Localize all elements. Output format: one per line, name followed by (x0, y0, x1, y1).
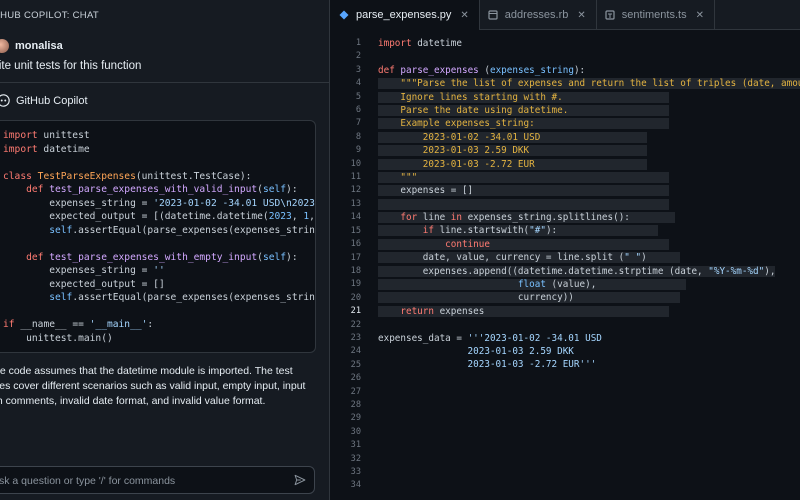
tab-sentiments[interactable]: sentiments.ts ✕ (597, 0, 715, 30)
chat-panel: THUB COPILOT: CHAT monalisa rite unit te… (0, 0, 330, 500)
line-number: 9 (355, 145, 361, 156)
copilot-message-header: GitHub Copilot (0, 94, 88, 107)
python-file-icon (339, 10, 349, 20)
explanation-line: ses cover different scenarios such as va… (0, 380, 306, 392)
code-line: float (value), (378, 278, 800, 291)
line-number: 30 (350, 426, 361, 437)
code-suggestion-block[interactable]: import unittest import datetime class Te… (0, 120, 316, 353)
code-line (378, 198, 800, 211)
code-line: currency)) (378, 292, 681, 304)
code-line: import datetime (378, 38, 462, 49)
user-message: rite unit tests for this function (0, 60, 142, 72)
line-number: 32 (350, 453, 361, 464)
line-number: 29 (350, 413, 361, 424)
chat-input[interactable]: sk a question or type '/' for commands (0, 466, 315, 494)
tab-label: parse_expenses.py (356, 9, 452, 21)
line-number: 5 (355, 91, 361, 102)
send-icon[interactable] (294, 474, 306, 486)
chat-input-placeholder: sk a question or type '/' for commands (0, 475, 176, 487)
line-number: 33 (350, 467, 361, 477)
suggested-code: import unittest import datetime class Te… (3, 130, 316, 344)
user-name: monalisa (15, 40, 63, 52)
tab-parse-expenses[interactable]: parse_expenses.py ✕ (331, 0, 480, 30)
code-line: expenses.append((datetime.datetime.strpt… (378, 265, 776, 277)
line-number: 12 (350, 185, 361, 196)
code-line: expenses = [] (378, 185, 670, 197)
code-line: 2023-01-03 2.59 DKK (378, 345, 574, 357)
tab-label: addresses.rb (504, 9, 569, 21)
code-line: 2023-01-03 2.59 DKK (378, 144, 800, 157)
line-number: 8 (355, 131, 361, 142)
line-number: 16 (350, 239, 361, 250)
tab-addresses[interactable]: addresses.rb ✕ (480, 0, 597, 30)
editor-tabs: parse_expenses.py ✕ addresses.rb ✕ senti… (331, 0, 800, 30)
line-number: 6 (355, 105, 361, 116)
line-number: 27 (350, 386, 361, 397)
line-number: 15 (350, 225, 361, 236)
line-number-gutter: 1 2 3 4 5 6 7 8 9 10 11 12 13 14 15 16 1… (331, 37, 361, 493)
editor-code[interactable]: import datetime def parse_expenses (expe… (378, 37, 800, 372)
line-number: 13 (350, 198, 361, 209)
line-number: 14 (350, 212, 361, 223)
line-number: 4 (355, 78, 361, 89)
current-line-number: 21 (350, 306, 361, 317)
line-number: 10 (350, 158, 361, 169)
close-icon[interactable]: ✕ (577, 10, 585, 21)
code-editor: parse_expenses.py ✕ addresses.rb ✕ senti… (331, 0, 800, 500)
code-line: 2023-01-02 -34.01 USD (378, 131, 800, 144)
line-number: 20 (350, 292, 361, 303)
line-number: 18 (350, 265, 361, 276)
code-line: date, value, currency = line.split (" ") (378, 252, 681, 264)
ruby-file-icon (488, 10, 498, 20)
copilot-explanation: he code assumes that the datetime module… (0, 364, 320, 409)
chat-divider (0, 82, 330, 83)
line-number: 3 (355, 64, 361, 75)
line-number: 22 (350, 319, 361, 330)
copilot-name: GitHub Copilot (16, 94, 88, 107)
line-number: 23 (350, 332, 361, 343)
line-number: 26 (350, 373, 361, 384)
close-icon[interactable]: ✕ (696, 10, 704, 21)
code-line: Example expenses_string: (378, 117, 800, 130)
line-number: 1 (355, 38, 361, 48)
code-line: continue (378, 238, 800, 251)
line-number: 7 (355, 118, 361, 129)
line-number: 28 (350, 399, 361, 410)
line-number: 11 (350, 172, 361, 183)
close-icon[interactable]: ✕ (460, 10, 468, 21)
chat-header-title: THUB COPILOT: CHAT (0, 10, 99, 21)
code-line: Ignore lines starting with #. (378, 91, 800, 104)
user-message-header: monalisa (0, 39, 63, 53)
code-line: if line.startswith("#"): (378, 224, 800, 237)
line-number: 24 (350, 346, 361, 357)
tab-label: sentiments.ts (621, 9, 687, 21)
line-number: 25 (350, 359, 361, 370)
code-line: """ (378, 171, 800, 184)
line-number: 31 (350, 440, 361, 451)
explanation-line: th comments, invalid date format, and in… (0, 395, 266, 407)
line-number: 2 (355, 51, 361, 62)
line-number: 17 (350, 252, 361, 263)
user-avatar (0, 39, 9, 53)
explanation-line: he code assumes that the datetime module… (0, 365, 293, 377)
code-line: 2023-01-03 -2.72 EUR''' (378, 359, 597, 371)
line-number: 19 (350, 279, 361, 290)
line-number: 34 (350, 480, 361, 491)
code-line: Parse the date using datetime. (378, 104, 800, 117)
code-line: def parse_expenses (expenses_string): (378, 64, 586, 76)
code-line: for line in expenses_string.splitlines()… (378, 211, 800, 224)
code-line: 2023-01-03 -2.72 EUR (378, 158, 800, 171)
typescript-file-icon (605, 10, 615, 20)
code-line: expenses_data = '''2023-01-02 -34.01 USD (378, 332, 602, 344)
copilot-icon (0, 94, 10, 107)
code-line: return expenses (378, 305, 800, 318)
code-line: """Parse the list of expenses and return… (378, 77, 800, 90)
